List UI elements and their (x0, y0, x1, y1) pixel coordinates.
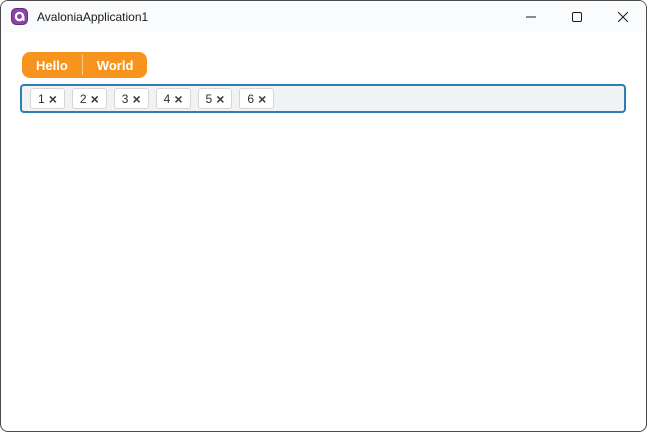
hello-world-button-group: Hello World (22, 52, 148, 78)
avalonia-logo-icon (11, 8, 28, 25)
minimize-button[interactable] (508, 1, 554, 32)
tag-chip-label: 5 (205, 91, 213, 106)
close-button[interactable] (600, 1, 646, 32)
tag-chip: 2 × (71, 88, 107, 109)
remove-tag-button[interactable]: × (216, 92, 224, 106)
hello-button[interactable]: Hello (22, 52, 82, 78)
world-button[interactable]: World (83, 52, 148, 78)
close-icon (618, 11, 628, 22)
caption-buttons (508, 1, 646, 32)
tag-chip-label: 6 (247, 91, 255, 106)
maximize-button[interactable] (554, 1, 600, 32)
tag-input[interactable]: 1 × 2 × 3 × 4 × 5 × 6 × (20, 84, 626, 113)
remove-tag-button[interactable]: × (258, 92, 266, 106)
maximize-icon (572, 11, 582, 22)
app-window: AvaloniaApplication1 Hello World 1 × 2 ×… (0, 0, 647, 432)
remove-tag-button[interactable]: × (174, 92, 182, 106)
tag-chip: 6 × (239, 88, 275, 109)
tag-chip: 5 × (197, 88, 233, 109)
remove-tag-button[interactable]: × (49, 92, 57, 106)
remove-tag-button[interactable]: × (132, 92, 140, 106)
tag-chip-label: 3 (121, 91, 129, 106)
tag-chip-label: 2 (79, 91, 87, 106)
titlebar[interactable]: AvaloniaApplication1 (1, 1, 646, 32)
tag-chip: 1 × (30, 88, 65, 109)
tag-chip-label: 4 (163, 91, 171, 106)
minimize-icon (526, 16, 536, 17)
tag-chip: 4 × (155, 88, 191, 109)
window-content: Hello World 1 × 2 × 3 × 4 × 5 × 6 × (1, 32, 646, 113)
tag-chip: 3 × (113, 88, 149, 109)
window-title: AvaloniaApplication1 (37, 9, 149, 24)
tag-chip-label: 1 (38, 91, 45, 106)
remove-tag-button[interactable]: × (91, 92, 99, 106)
